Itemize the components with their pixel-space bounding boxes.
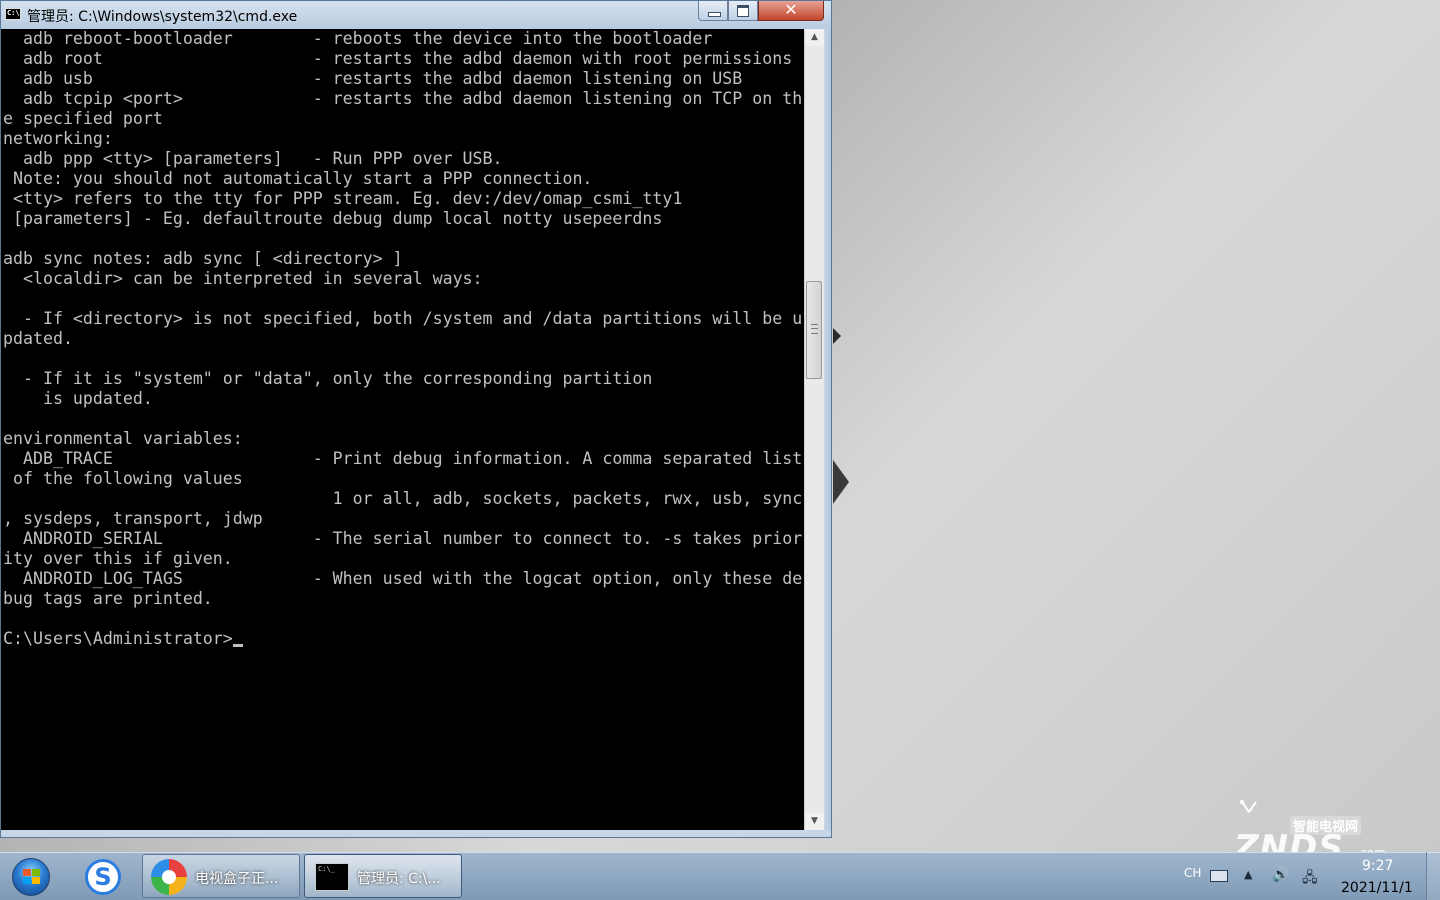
console-line: adb reboot-bootloader - reboots the devi…: [3, 29, 713, 48]
console-line: of the following values: [3, 469, 243, 488]
console-line: ity over this if given.: [3, 549, 233, 568]
console-line: adb usb - restarts the adbd daemon liste…: [3, 69, 743, 88]
console-line: ANDROID_SERIAL - The serial number to co…: [3, 529, 803, 548]
taskbar-item-label: 管理员: C:\...: [357, 871, 441, 887]
cmd-icon[interactable]: C:\: [5, 8, 21, 20]
taskbar-item-tv-box[interactable]: 电视盒子正...: [142, 854, 300, 898]
console-line: is updated.: [3, 389, 153, 408]
sogou-browser-icon: S: [85, 859, 121, 895]
window-titlebar[interactable]: C:\ 管理员: C:\Windows\system32\cmd.exe ✕: [1, 0, 831, 29]
start-button[interactable]: [6, 855, 56, 899]
console-line: environmental variables:: [3, 429, 243, 448]
minimize-button[interactable]: [698, 1, 728, 21]
window-title: 管理员: C:\Windows\system32\cmd.exe: [27, 9, 298, 25]
console-line: adb tcpip <port> - restarts the adbd dae…: [3, 89, 803, 108]
console-line: C:\Users\Administrator>: [3, 629, 233, 648]
cmd-window[interactable]: C:\ 管理员: C:\Windows\system32\cmd.exe ✕ a…: [0, 0, 832, 838]
maximize-button[interactable]: [728, 1, 758, 21]
taskbar-pinned-sogou[interactable]: S: [74, 855, 134, 899]
close-button[interactable]: ✕: [758, 0, 824, 21]
text-cursor: [233, 644, 243, 647]
console-line: networking:: [3, 129, 113, 148]
console-line: bug tags are printed.: [3, 589, 213, 608]
scroll-thumb[interactable]: [806, 281, 822, 379]
windows-logo-icon: [12, 858, 50, 896]
scroll-up-button[interactable]: ▲: [805, 29, 824, 46]
show-desktop-button[interactable]: [1426, 852, 1440, 900]
console-line: Note: you should not automatically start…: [3, 169, 593, 188]
console-output[interactable]: adb reboot-bootloader - reboots the devi…: [1, 29, 804, 830]
network-icon[interactable]: 🖧: [1302, 867, 1318, 891]
desktop-decoration: [833, 460, 849, 504]
show-hidden-icons-icon[interactable]: ▲: [1244, 868, 1252, 881]
console-line: ADB_TRACE - Print debug information. A c…: [3, 449, 803, 468]
console-line: <tty> refers to the tty for PPP stream. …: [3, 189, 683, 208]
scroll-down-button[interactable]: ▼: [805, 813, 824, 830]
console-line: e specified port: [3, 109, 163, 128]
volume-icon[interactable]: 🔊: [1272, 867, 1289, 883]
language-indicator[interactable]: CH: [1184, 866, 1201, 880]
console-line: pdated.: [3, 329, 73, 348]
console-line: ANDROID_LOG_TAGS - When used with the lo…: [3, 569, 803, 588]
window-border: [824, 29, 831, 837]
console-line: adb sync notes: adb sync [ <directory> ]: [3, 249, 403, 268]
clock-time[interactable]: 9:27: [1362, 858, 1393, 874]
tv-antenna-icon: [1240, 800, 1257, 813]
desktop-decoration: [833, 328, 841, 344]
console-line: <localdir> can be interpreted in several…: [3, 269, 483, 288]
cmd-icon: C:\_: [315, 863, 349, 891]
window-border: [1, 830, 831, 837]
console-line: - If it is "system" or "data", only the …: [3, 369, 653, 388]
console-line: - If <directory> is not specified, both …: [3, 309, 803, 328]
console-line: [parameters] - Eg. defaultroute debug du…: [3, 209, 663, 228]
console-line: , sysdeps, transport, jdwp: [3, 509, 263, 528]
close-icon: ✕: [784, 0, 798, 19]
grip-icon: [811, 324, 818, 334]
clock-date[interactable]: 2021/11/1: [1341, 880, 1413, 896]
tv-box-app-icon: [151, 859, 187, 895]
console-text: adb reboot-bootloader - reboots the devi…: [1, 29, 804, 649]
taskbar-item-label: 电视盒子正...: [195, 871, 279, 887]
console-line: adb root - restarts the adbd daemon with…: [3, 49, 793, 68]
keyboard-icon[interactable]: [1210, 870, 1228, 882]
vertical-scrollbar[interactable]: ▲ ▼: [804, 29, 824, 830]
system-tray: CH ▲ 🔊 🖧 9:27 2021/11/1: [1176, 852, 1440, 900]
taskbar-item-cmd[interactable]: C:\_ 管理员: C:\...: [304, 854, 462, 898]
console-line: 1 or all, adb, sockets, packets, rwx, us…: [3, 489, 803, 508]
console-line: adb ppp <tty> [parameters] - Run PPP ove…: [3, 149, 503, 168]
